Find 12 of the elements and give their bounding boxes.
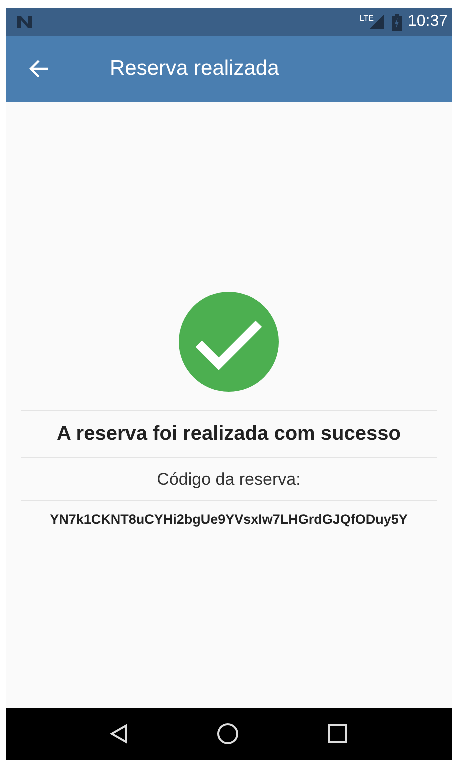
clock: 10:37 (408, 13, 448, 31)
screen-title: Reserva realizada (110, 57, 280, 81)
success-message: A reserva foi realizada com sucesso (21, 410, 437, 457)
back-nav-button[interactable] (110, 724, 128, 744)
recents-button[interactable] (328, 724, 348, 744)
code-label: Código da reserva: (21, 457, 437, 500)
battery-icon (392, 14, 402, 30)
network-type: LTE (360, 14, 374, 23)
reservation-code: YN7k1CKNT8uCYHi2bgUe9YVsxIw7LHGrdGJQfODuy5Y (50, 512, 408, 527)
back-button[interactable] (28, 58, 50, 80)
notification-icon (16, 15, 34, 29)
home-button[interactable] (216, 723, 239, 745)
